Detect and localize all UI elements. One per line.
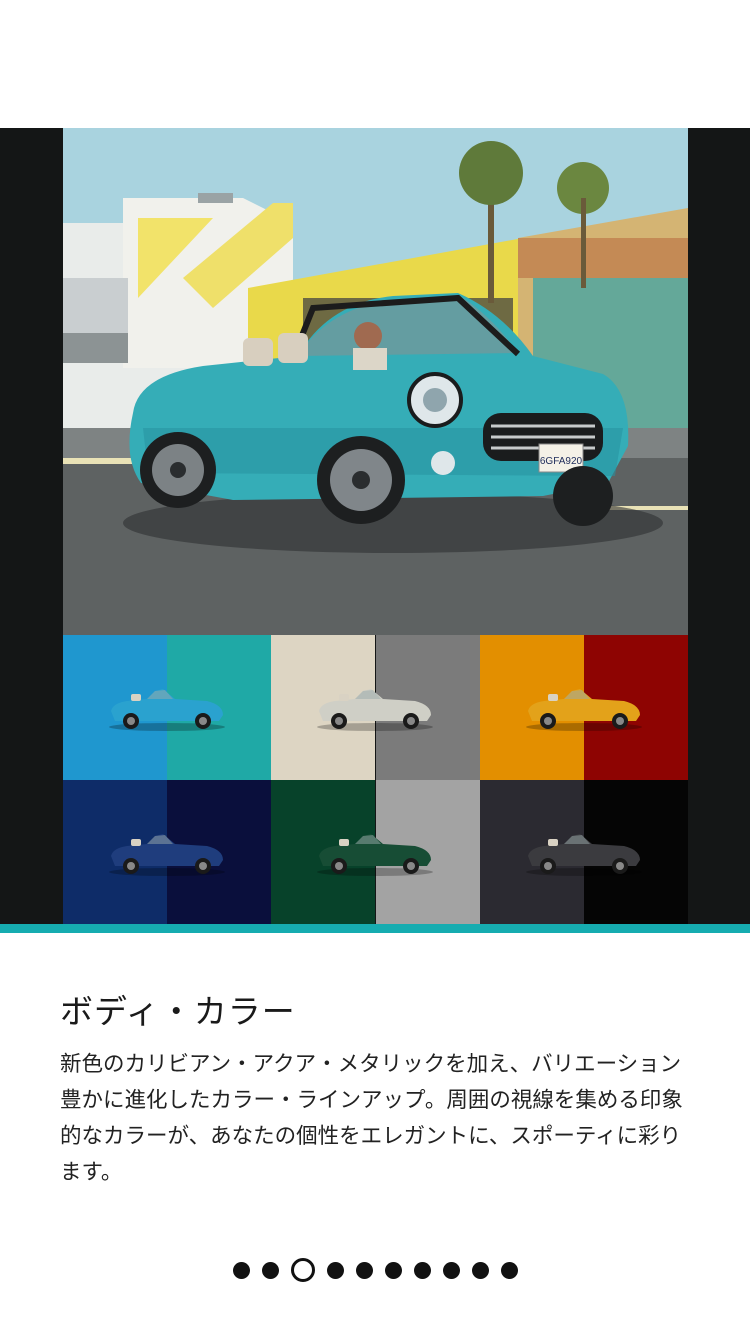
section-title: ボディ・カラー (60, 992, 296, 1031)
color-swatch-grid (63, 635, 688, 924)
color-swatch-1[interactable] (63, 635, 272, 780)
color-swatch-4[interactable] (63, 779, 272, 924)
section-description: 新色のカリビアン・アクア・メタリックを加え、バリエーション豊かに進化したカラー・… (60, 1052, 683, 1185)
pager-dot[interactable] (384, 1261, 402, 1279)
color-swatch-3[interactable] (479, 635, 688, 780)
pager-dot-active[interactable] (290, 1258, 315, 1282)
pager-dot[interactable] (232, 1261, 250, 1279)
pager-dot[interactable] (500, 1261, 518, 1279)
pager-dot[interactable] (413, 1261, 431, 1279)
color-swatch-6[interactable] (479, 779, 688, 924)
convertible-car-icon (525, 833, 642, 876)
pager-dot[interactable] (326, 1261, 344, 1279)
hero-image: 6GFA920 (63, 128, 688, 635)
convertible-car-icon (109, 689, 226, 732)
convertible-car-icon (109, 833, 226, 876)
pager-dot[interactable] (261, 1261, 279, 1279)
pager-dot[interactable] (355, 1261, 373, 1279)
license-plate-text: 6GFA920 (540, 456, 583, 467)
pager-dot[interactable] (471, 1261, 489, 1279)
color-swatch-2[interactable] (271, 635, 480, 780)
media-panel: 6GFA920 (0, 128, 750, 924)
accent-divider (0, 924, 750, 933)
color-swatch-5[interactable] (271, 779, 480, 924)
hero-car-illustration: 6GFA920 (63, 128, 688, 635)
convertible-car-icon (525, 689, 642, 732)
convertible-car-icon (317, 689, 434, 732)
pagination-dots (0, 1258, 750, 1282)
pager-dot[interactable] (442, 1261, 460, 1279)
convertible-car-icon (317, 833, 434, 876)
